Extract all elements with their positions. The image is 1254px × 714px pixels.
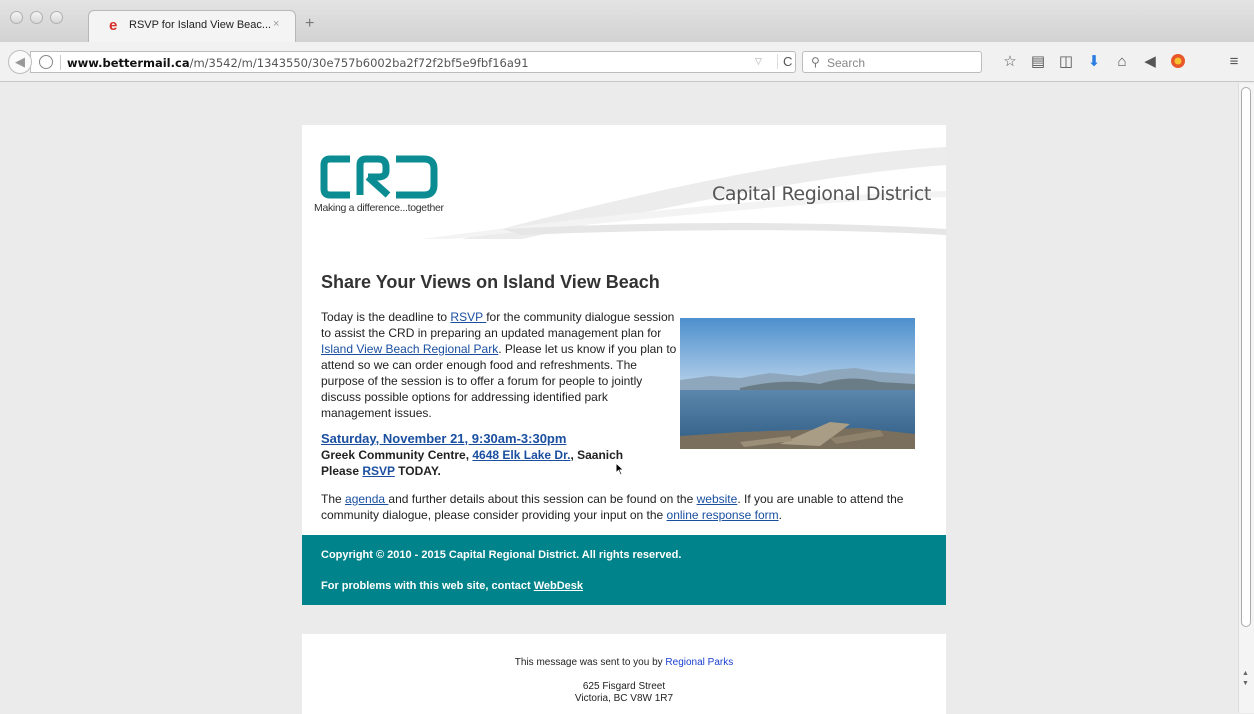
vertical-scrollbar[interactable]: ▲ ▼ (1238, 83, 1254, 713)
scroll-up-icon[interactable]: ▲ (1242, 670, 1249, 677)
url-text[interactable]: www.bettermail.ca/m/3542/m/1343550/30e75… (67, 56, 529, 70)
details-text: and further details about this session c… (388, 492, 697, 506)
problems-label: For problems with this web site, contact (321, 580, 534, 592)
zoom-window-button[interactable] (50, 11, 63, 24)
sent-by-line: This message was sent to you by Regional… (302, 656, 946, 669)
menu-icon[interactable]: ≡ (1225, 53, 1243, 71)
extension-icon[interactable] (1169, 53, 1187, 71)
sender-info: This message was sent to you by Regional… (302, 634, 946, 714)
url-bar[interactable]: www.bettermail.ca/m/3542/m/1343550/30e75… (30, 51, 796, 73)
pocket-icon[interactable]: ◫ (1057, 53, 1075, 71)
webdesk-link[interactable]: WebDesk (534, 580, 583, 592)
email-body: Making a difference...together Capital R… (302, 125, 946, 605)
send-icon[interactable]: ◀ (1141, 53, 1159, 71)
tab-bar: e RSVP for Island View Beac... × + (0, 0, 1254, 42)
scroll-down-icon[interactable]: ▼ (1242, 680, 1249, 687)
venue-address-link[interactable]: 4648 Elk Lake Dr. (472, 448, 570, 462)
please-text: Please (321, 464, 363, 478)
details-text: The (321, 492, 346, 506)
venue-text: Greek Community Centre, (321, 448, 473, 462)
search-icon: ⚲ (811, 55, 820, 69)
url-domain: www.bettermail.ca (67, 56, 190, 70)
beach-photo (680, 318, 915, 449)
tab-title: RSVP for Island View Beac... (129, 19, 272, 31)
search-placeholder: Search (827, 56, 866, 70)
mouse-cursor-icon (615, 462, 625, 476)
email-title: Share Your Views on Island View Beach (321, 272, 660, 292)
event-info: Saturday, November 21, 9:30am-3:30pm Gre… (321, 431, 691, 479)
intro-paragraph: Today is the deadline to RSVP for the co… (321, 309, 677, 421)
rsvp-today-link[interactable]: RSVP (362, 464, 394, 478)
sent-by-text: This message was sent to you by (514, 657, 666, 668)
url-separator (60, 55, 61, 70)
scrollbar-thumb[interactable] (1241, 87, 1251, 627)
home-icon[interactable]: ⌂ (1113, 53, 1131, 71)
rsvp-link[interactable]: RSVP (450, 310, 486, 324)
agenda-link[interactable]: agenda (345, 492, 388, 506)
regional-parks-link[interactable]: Regional Parks (665, 657, 733, 668)
tagline: Making a difference...together (314, 202, 444, 214)
navigation-toolbar: www.bettermail.ca/m/3542/m/1343550/30e75… (0, 42, 1254, 82)
site-identity-icon[interactable] (39, 55, 53, 69)
crd-logo (320, 155, 438, 199)
url-path: /m/3542/m/1343550/30e757b6002ba2f72f2bf5… (189, 56, 529, 70)
online-response-form-link[interactable]: online response form (667, 508, 779, 522)
address-line-2: Victoria, BC V8W 1R7 (574, 693, 674, 704)
favicon-icon: e (109, 17, 118, 34)
park-link[interactable]: Island View Beach Regional Park (321, 342, 498, 356)
new-tab-button[interactable]: + (305, 16, 314, 32)
intro-text: Today is the deadline to (321, 310, 451, 324)
district-name: Capital Regional District (712, 183, 931, 205)
website-link[interactable]: website (697, 492, 738, 506)
search-input[interactable]: ⚲ Search (802, 51, 982, 73)
problems-text: For problems with this web site, contact… (321, 580, 583, 592)
email-footer: Copyright © 2010 - 2015 Capital Regional… (302, 535, 946, 605)
history-dropdown-icon[interactable]: ▽ (755, 56, 762, 67)
bookmarks-list-icon[interactable]: ▤ (1029, 53, 1047, 71)
reload-icon[interactable]: C (777, 54, 792, 69)
close-window-button[interactable] (10, 11, 23, 24)
page-viewport: Making a difference...together Capital R… (0, 83, 1238, 714)
event-date-link[interactable]: Saturday, November 21, 9:30am-3:30pm (321, 431, 566, 446)
today-text: TODAY. (394, 464, 441, 478)
email-header: Making a difference...together Capital R… (302, 125, 946, 239)
downloads-icon[interactable]: ⬇ (1085, 53, 1103, 71)
venue-text: , Saanich (570, 448, 624, 462)
bookmark-star-icon[interactable]: ☆ (1001, 53, 1019, 71)
details-text: . (778, 508, 782, 522)
copyright-text: Copyright © 2010 - 2015 Capital Regional… (321, 549, 682, 561)
minimize-window-button[interactable] (30, 11, 43, 24)
details-paragraph: The agenda and further details about thi… (321, 491, 931, 523)
browser-tab[interactable]: e RSVP for Island View Beac... × (88, 10, 296, 42)
tab-close-icon[interactable]: × (273, 18, 279, 30)
back-button[interactable]: ◀ (8, 50, 32, 74)
